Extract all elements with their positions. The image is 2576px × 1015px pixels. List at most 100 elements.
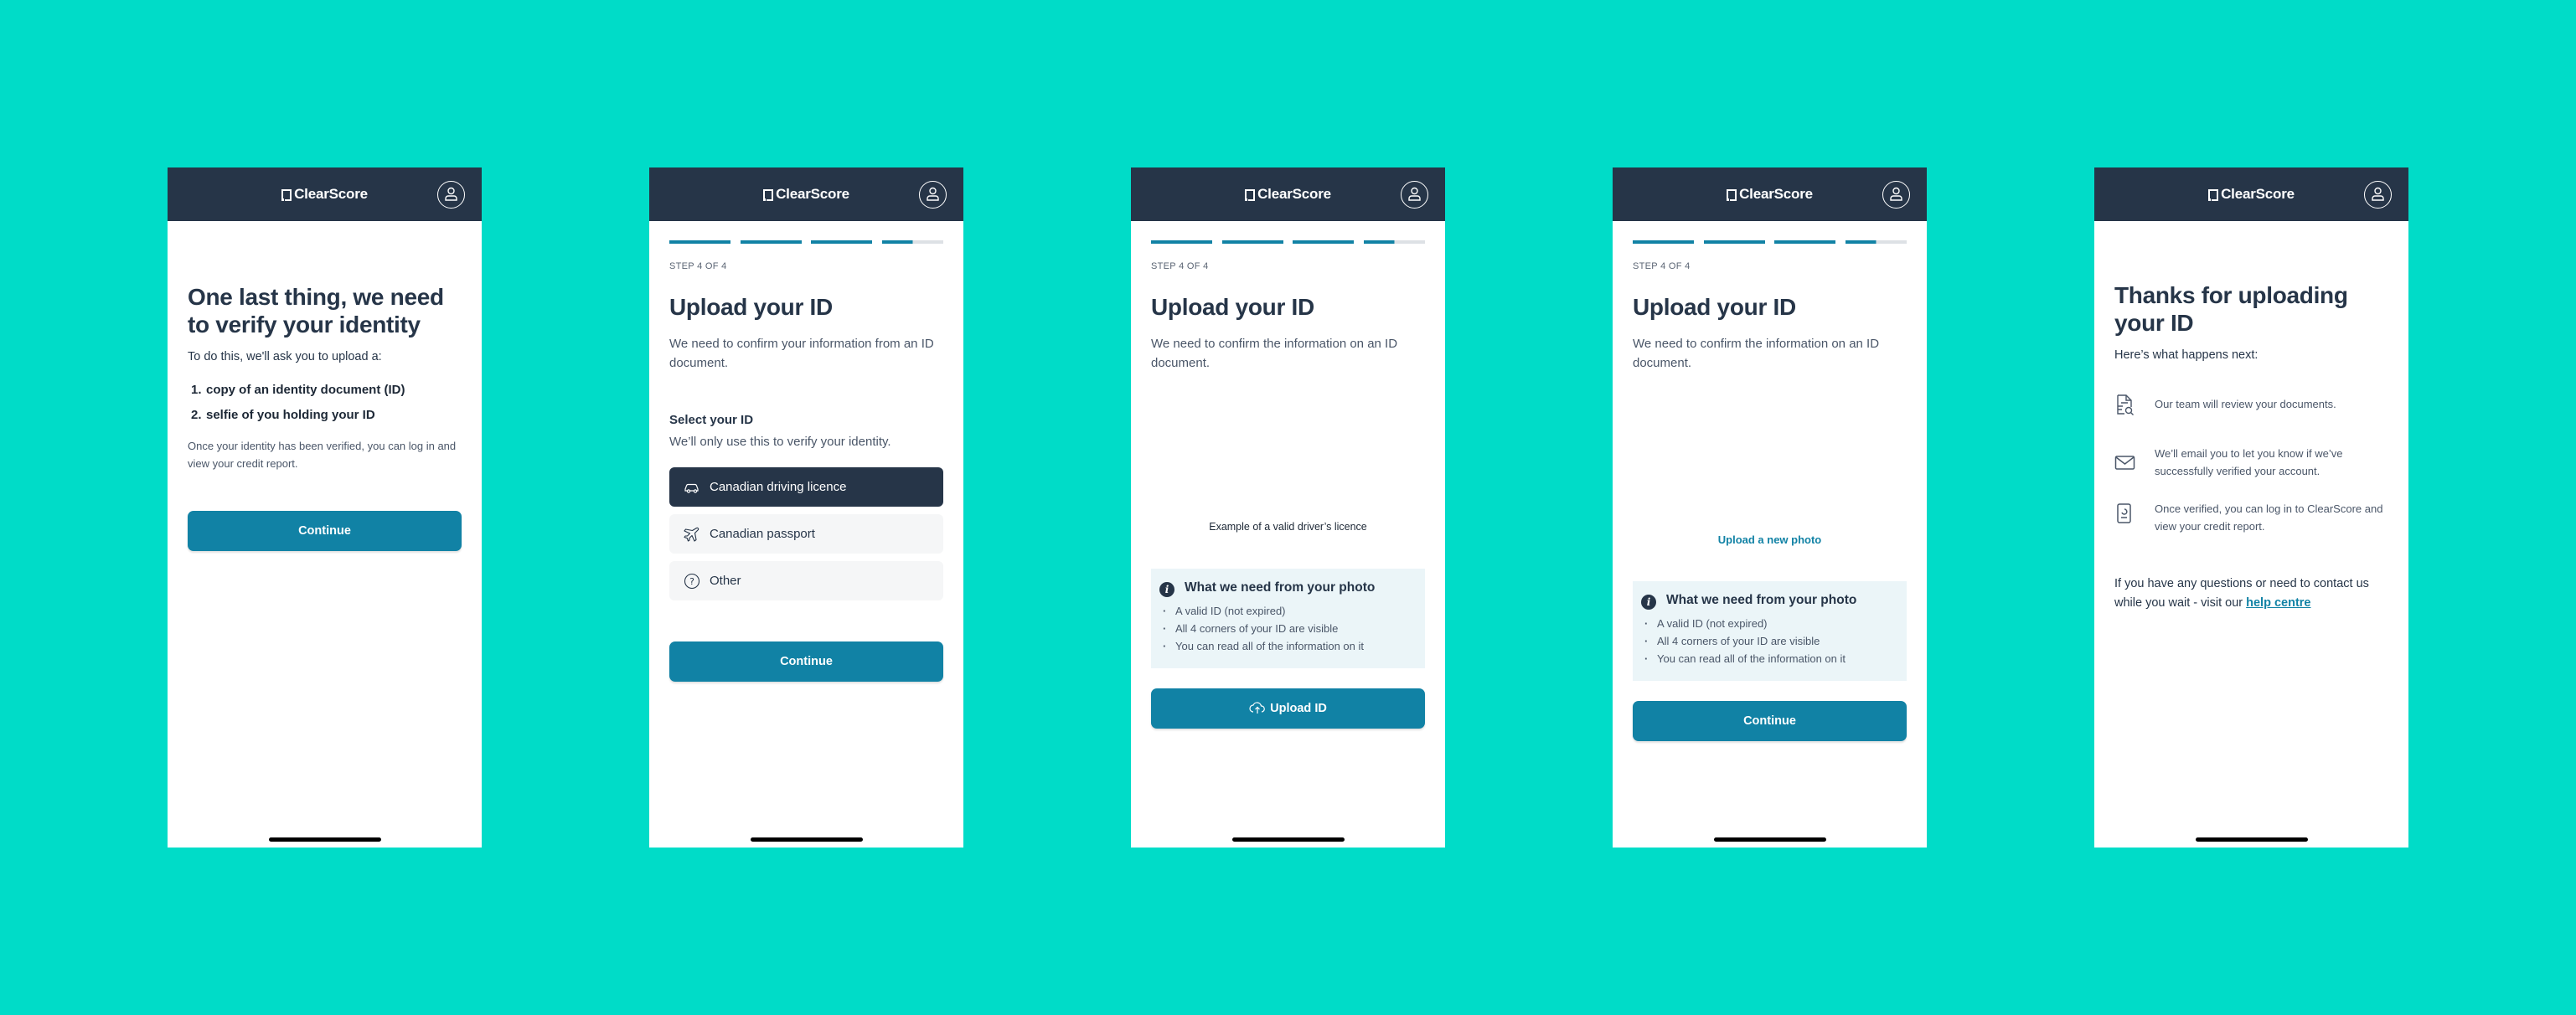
- verification-note: Once your identity has been verified, yo…: [188, 440, 457, 470]
- screen-verify-identity: ClearScore One last thing, we need to ve…: [168, 167, 482, 848]
- upload-new-photo-link[interactable]: Upload a new photo: [1613, 533, 1927, 546]
- requirements-title: What we need from your photo: [1666, 593, 1857, 607]
- home-indicator: [2196, 837, 2308, 842]
- credit-report-icon: [2117, 503, 2131, 523]
- continue-button[interactable]: Continue: [1633, 701, 1907, 741]
- svg-text:?: ?: [689, 576, 694, 587]
- step-label: STEP 4 OF 4: [1633, 261, 1691, 271]
- page-title: Upload your ID: [1633, 294, 1796, 320]
- page-description: We need to confirm the information on an…: [1151, 337, 1398, 370]
- id-option-driving-licence[interactable]: Canadian driving licence: [669, 467, 943, 507]
- list-item: 2. selfie of you holding your ID: [191, 408, 375, 422]
- clearscore-logo: ClearScore: [1613, 184, 1927, 204]
- progress-segment-current: [1364, 240, 1425, 244]
- cloud-upload-icon: [1249, 702, 1266, 714]
- continue-button[interactable]: Continue: [669, 641, 943, 682]
- user-icon: [1890, 187, 1902, 201]
- profile-button[interactable]: [2364, 181, 2392, 209]
- app-header: ClearScore: [168, 167, 482, 221]
- page-description: We need to confirm the information on an…: [1633, 337, 1880, 370]
- app-header: ClearScore: [1613, 167, 1927, 221]
- profile-button[interactable]: [1882, 181, 1910, 209]
- continue-button[interactable]: Continue: [188, 511, 462, 551]
- intro-text: Here’s what happens next:: [2114, 348, 2259, 362]
- step-progress-bar: [669, 240, 943, 244]
- logo-mark-icon: [1245, 189, 1256, 201]
- logo-mark-icon: [763, 189, 774, 201]
- screen-select-id: ClearScore STEP 4 OF 4 Upload your ID We…: [649, 167, 963, 848]
- screen-upload-id: ClearScore STEP 4 OF 4 Upload your ID We…: [1131, 167, 1445, 848]
- select-id-hint: We’ll only use this to verify your ident…: [669, 435, 891, 449]
- envelope-icon: [2114, 456, 2135, 470]
- home-indicator: [751, 837, 863, 842]
- requirement-item: A valid ID (not expired): [1644, 615, 1846, 632]
- clearscore-logo: ClearScore: [649, 184, 963, 204]
- plane-icon: [684, 527, 699, 542]
- page-title: Thanks for uploading your ID: [2114, 282, 2348, 336]
- requirements-title: What we need from your photo: [1185, 580, 1376, 595]
- user-icon: [1408, 187, 1421, 201]
- progress-segment-current: [1846, 240, 1907, 244]
- user-icon: [2372, 187, 2384, 201]
- photo-requirements-box: i What we need from your photo A valid I…: [1151, 569, 1425, 668]
- progress-segment: [1222, 240, 1283, 244]
- help-text: If you have any questions or need to con…: [2114, 577, 2369, 610]
- requirements-list: A valid ID (not expired) All 4 corners o…: [1644, 615, 1846, 667]
- requirement-item: All 4 corners of your ID are visible: [1163, 620, 1364, 637]
- step-progress-bar: [1151, 240, 1425, 244]
- progress-segment: [1633, 240, 1694, 244]
- info-icon: i: [1641, 595, 1656, 610]
- select-id-label: Select your ID: [669, 413, 754, 427]
- id-option-passport[interactable]: Canadian passport: [669, 514, 943, 554]
- requirement-item: You can read all of the information on i…: [1644, 650, 1846, 667]
- user-icon: [927, 187, 939, 201]
- next-step-text: Once verified, you can log in to ClearSc…: [2155, 502, 2383, 533]
- upload-id-button[interactable]: Upload ID: [1151, 688, 1425, 729]
- requirement-item: You can read all of the information on i…: [1163, 637, 1364, 655]
- next-step-item: Our team will review your documents.: [2114, 394, 2388, 419]
- progress-segment: [811, 240, 872, 244]
- intro-text: To do this, we'll ask you to upload a:: [188, 350, 382, 363]
- list-item: 1. copy of an identity document (ID): [191, 383, 405, 397]
- question-circle-icon: ?: [684, 573, 700, 590]
- clearscore-logo: ClearScore: [2094, 184, 2408, 204]
- progress-segment: [1293, 240, 1354, 244]
- step-progress-bar: [1633, 240, 1907, 244]
- next-step-item: Once verified, you can log in to ClearSc…: [2114, 500, 2388, 535]
- profile-button[interactable]: [919, 181, 947, 209]
- step-label: STEP 4 OF 4: [669, 261, 727, 271]
- logo-mark-icon: [281, 189, 292, 201]
- progress-segment: [669, 240, 730, 244]
- home-indicator: [1714, 837, 1826, 842]
- photo-requirements-box: i What we need from your photo A valid I…: [1633, 581, 1907, 681]
- progress-segment: [1151, 240, 1212, 244]
- home-indicator: [269, 837, 381, 842]
- progress-segment: [1704, 240, 1765, 244]
- next-step-text: We’ll email you to let you know if we’ve…: [2155, 447, 2343, 477]
- app-header: ClearScore: [649, 167, 963, 221]
- requirements-list: A valid ID (not expired) All 4 corners o…: [1163, 602, 1364, 655]
- progress-segment: [741, 240, 802, 244]
- app-header: ClearScore: [1131, 167, 1445, 221]
- user-icon: [445, 187, 457, 201]
- logo-mark-icon: [1727, 189, 1737, 201]
- page-description: We need to confirm your information from…: [669, 337, 934, 370]
- help-centre-link[interactable]: help centre: [2246, 596, 2310, 610]
- step-label: STEP 4 OF 4: [1151, 261, 1209, 271]
- clearscore-logo: ClearScore: [168, 184, 482, 204]
- progress-segment: [1774, 240, 1835, 244]
- id-option-other[interactable]: ? Other: [669, 561, 943, 600]
- profile-button[interactable]: [1401, 181, 1428, 209]
- next-step-text: Our team will review your documents.: [2155, 398, 2336, 410]
- app-header: ClearScore: [2094, 167, 2408, 221]
- next-step-item: We’ll email you to let you know if we’ve…: [2114, 445, 2388, 480]
- clearscore-logo: ClearScore: [1131, 184, 1445, 204]
- screen-upload-complete: ClearScore Thanks for uploading your ID …: [2094, 167, 2408, 848]
- screen-review-upload: ClearScore STEP 4 OF 4 Upload your ID We…: [1613, 167, 1927, 848]
- logo-mark-icon: [2208, 189, 2219, 201]
- profile-button[interactable]: [437, 181, 465, 209]
- requirement-item: All 4 corners of your ID are visible: [1644, 632, 1846, 650]
- car-icon: [684, 483, 699, 493]
- info-icon: i: [1159, 582, 1174, 597]
- example-image-caption: Example of a valid driver’s licence: [1209, 521, 1367, 533]
